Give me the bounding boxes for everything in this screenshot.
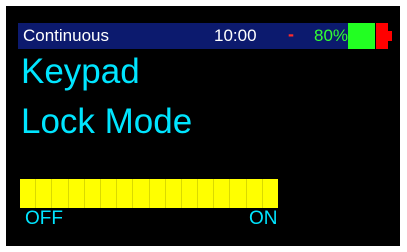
battery-icon: [348, 23, 392, 49]
on-label: ON: [249, 208, 278, 229]
toggle-segment: [263, 179, 278, 208]
status-bar: Continuous 10:00 - 80%: [18, 23, 360, 49]
on-off-toggle-slider[interactable]: [20, 179, 278, 208]
toggle-segment: [133, 179, 150, 208]
toggle-segment: [214, 179, 231, 208]
setting-title-line-1: Keypad: [21, 52, 140, 91]
toggle-segment: [20, 179, 37, 208]
toggle-segment: [198, 179, 215, 208]
toggle-segment: [247, 179, 263, 208]
battery-tip: [388, 31, 392, 41]
toggle-segment: [101, 179, 118, 208]
off-label: OFF: [25, 208, 63, 229]
setting-title-line-2: Lock Mode: [21, 102, 193, 141]
toggle-segment: [69, 179, 85, 208]
toggle-segment: [150, 179, 166, 208]
toggle-segment: [230, 179, 247, 208]
toggle-segment: [166, 179, 182, 208]
battery-empty-fill: [376, 23, 388, 49]
clock-time: 10:00: [214, 26, 257, 45]
mode-label: Continuous: [23, 26, 110, 45]
device-screen: Continuous 10:00 - 80% Keypad Lock Mode …: [6, 6, 400, 246]
toggle-segment: [182, 179, 199, 208]
toggle-segment: [85, 179, 101, 208]
battery-percent: 80%: [314, 26, 349, 45]
status-indicator-dash: -: [288, 24, 294, 44]
toggle-segment: [52, 179, 69, 208]
toggle-segment: [117, 179, 134, 208]
toggle-segment: [36, 179, 53, 208]
battery-charge-fill: [348, 23, 375, 49]
